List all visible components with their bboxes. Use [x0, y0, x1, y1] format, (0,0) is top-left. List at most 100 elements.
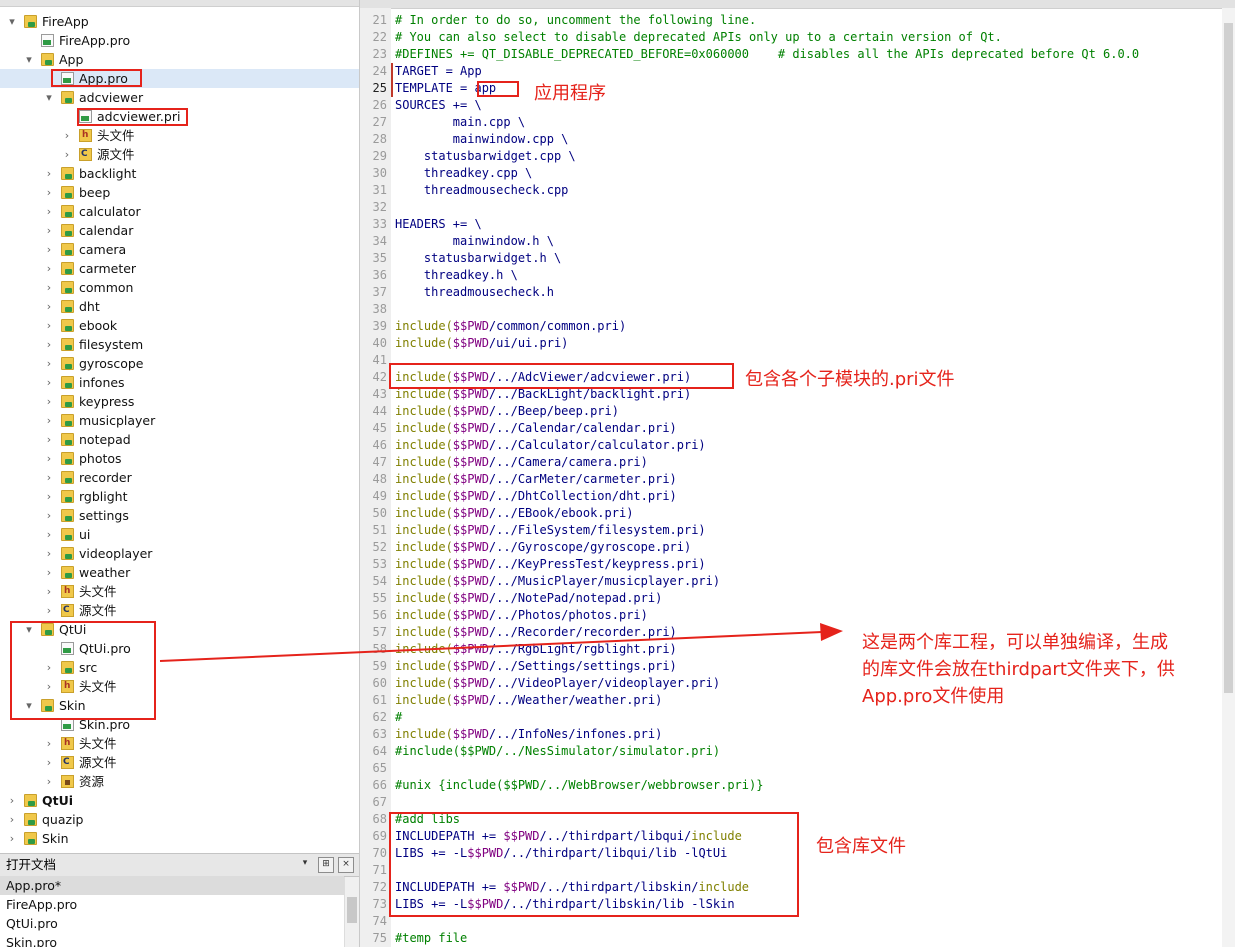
- tree-item[interactable]: › beep: [0, 183, 359, 202]
- code-line[interactable]: 22 # You can also select to disable depre…: [360, 29, 1235, 46]
- code-line[interactable]: 34 mainwindow.h \: [360, 233, 1235, 250]
- code-line[interactable]: 62 #: [360, 709, 1235, 726]
- code-editor[interactable]: 21 # In order to do so, uncomment the fol…: [360, 0, 1235, 947]
- chevron-right-icon[interactable]: ›: [43, 449, 55, 468]
- chevron-right-icon[interactable]: ›: [43, 278, 55, 297]
- tree-item[interactable]: › settings: [0, 506, 359, 525]
- tree-item[interactable]: › common: [0, 278, 359, 297]
- open-document-item[interactable]: FireApp.pro: [0, 895, 344, 914]
- tree-item[interactable]: › musicplayer: [0, 411, 359, 430]
- chevron-right-icon[interactable]: ›: [43, 753, 55, 772]
- code-line[interactable]: 66 #unix {include($$PWD/../WebBrowser/web…: [360, 777, 1235, 794]
- open-document-item[interactable]: Skin.pro: [0, 933, 344, 947]
- code-line[interactable]: 30 threadkey.cpp \: [360, 165, 1235, 182]
- chevron-right-icon[interactable]: ›: [43, 468, 55, 487]
- chevron-right-icon[interactable]: ›: [43, 221, 55, 240]
- open-document-item[interactable]: QtUi.pro: [0, 914, 344, 933]
- tree-item[interactable]: › camera: [0, 240, 359, 259]
- chevron-right-icon[interactable]: ›: [43, 487, 55, 506]
- split-icon[interactable]: ⊞: [318, 857, 334, 873]
- code-line[interactable]: 35 statusbarwidget.h \: [360, 250, 1235, 267]
- editor-scrollbar[interactable]: [1222, 8, 1235, 947]
- tree-item[interactable]: › calendar: [0, 221, 359, 240]
- tree-item[interactable]: FireApp.pro: [0, 31, 359, 50]
- tree-item[interactable]: › QtUi: [0, 791, 359, 810]
- code-line[interactable]: 67: [360, 794, 1235, 811]
- code-line[interactable]: 33 HEADERS += \: [360, 216, 1235, 233]
- code-line[interactable]: 48 include($$PWD/../CarMeter/carmeter.pri…: [360, 471, 1235, 488]
- code-line[interactable]: 44 include($$PWD/../Beep/beep.pri): [360, 403, 1235, 420]
- tree-item[interactable]: › 头文件: [0, 734, 359, 753]
- chevron-right-icon[interactable]: ›: [43, 373, 55, 392]
- tree-item[interactable]: › 源文件: [0, 753, 359, 772]
- code-line[interactable]: 63 include($$PWD/../InfoNes/infones.pri): [360, 726, 1235, 743]
- tree-item[interactable]: › carmeter: [0, 259, 359, 278]
- chevron-right-icon[interactable]: ›: [43, 164, 55, 183]
- chevron-right-icon[interactable]: ›: [43, 430, 55, 449]
- chevron-right-icon[interactable]: ›: [43, 392, 55, 411]
- chevron-right-icon[interactable]: ›: [6, 810, 18, 829]
- chevron-right-icon[interactable]: ›: [43, 259, 55, 278]
- close-icon[interactable]: ×: [338, 857, 354, 873]
- chevron-down-icon[interactable]: ▾: [298, 857, 312, 871]
- tree-item[interactable]: › infones: [0, 373, 359, 392]
- code-line[interactable]: 21 # In order to do so, uncomment the fol…: [360, 12, 1235, 29]
- code-line[interactable]: 56 include($$PWD/../Photos/photos.pri): [360, 607, 1235, 624]
- chevron-right-icon[interactable]: ›: [43, 240, 55, 259]
- code-line[interactable]: 38: [360, 301, 1235, 318]
- chevron-right-icon[interactable]: ›: [43, 563, 55, 582]
- tree-item[interactable]: › 资源: [0, 772, 359, 791]
- chevron-right-icon[interactable]: ›: [43, 544, 55, 563]
- chevron-right-icon[interactable]: ›: [43, 335, 55, 354]
- code-line[interactable]: 75 #temp file: [360, 930, 1235, 947]
- code-line[interactable]: 53 include($$PWD/../KeyPressTest/keypress…: [360, 556, 1235, 573]
- chevron-right-icon[interactable]: ›: [43, 411, 55, 430]
- chevron-right-icon[interactable]: ›: [43, 202, 55, 221]
- code-line[interactable]: 52 include($$PWD/../Gyroscope/gyroscope.p…: [360, 539, 1235, 556]
- chevron-down-icon[interactable]: ▾: [6, 12, 18, 31]
- tree-item[interactable]: › 头文件: [0, 582, 359, 601]
- tree-item[interactable]: › 源文件: [0, 601, 359, 620]
- chevron-right-icon[interactable]: ›: [43, 525, 55, 544]
- tree-item[interactable]: › ebook: [0, 316, 359, 335]
- tree-item[interactable]: › 源文件: [0, 145, 359, 164]
- chevron-right-icon[interactable]: ›: [43, 354, 55, 373]
- tree-item[interactable]: › keypress: [0, 392, 359, 411]
- tree-item[interactable]: ▾ FireApp: [0, 12, 359, 31]
- tree-item[interactable]: › photos: [0, 449, 359, 468]
- open-documents-scrollbar[interactable]: [344, 877, 359, 947]
- tree-item[interactable]: › quazip: [0, 810, 359, 829]
- tree-item[interactable]: › videoplayer: [0, 544, 359, 563]
- chevron-right-icon[interactable]: ›: [43, 582, 55, 601]
- code-line[interactable]: 65: [360, 760, 1235, 777]
- code-line[interactable]: 32: [360, 199, 1235, 216]
- code-line[interactable]: 51 include($$PWD/../FileSystem/filesystem…: [360, 522, 1235, 539]
- chevron-right-icon[interactable]: ›: [43, 506, 55, 525]
- chevron-down-icon[interactable]: ▾: [43, 88, 55, 107]
- tree-item[interactable]: › Skin: [0, 829, 359, 848]
- tree-item[interactable]: ▾ adcviewer: [0, 88, 359, 107]
- tree-item[interactable]: › filesystem: [0, 335, 359, 354]
- tree-item[interactable]: › recorder: [0, 468, 359, 487]
- code-line[interactable]: 24 TARGET = App: [360, 63, 1235, 80]
- chevron-right-icon[interactable]: ›: [43, 297, 55, 316]
- tree-item[interactable]: › backlight: [0, 164, 359, 183]
- code-line[interactable]: 46 include($$PWD/../Calculator/calculator…: [360, 437, 1235, 454]
- chevron-right-icon[interactable]: ›: [6, 791, 18, 810]
- tree-item[interactable]: › dht: [0, 297, 359, 316]
- tree-item[interactable]: › ui: [0, 525, 359, 544]
- tree-item[interactable]: › calculator: [0, 202, 359, 221]
- code-line[interactable]: 28 mainwindow.cpp \: [360, 131, 1235, 148]
- chevron-right-icon[interactable]: ›: [43, 316, 55, 335]
- chevron-right-icon[interactable]: ›: [61, 145, 73, 164]
- code-line[interactable]: 37 threadmousecheck.h: [360, 284, 1235, 301]
- code-line[interactable]: 29 statusbarwidget.cpp \: [360, 148, 1235, 165]
- code-line[interactable]: 40 include($$PWD/ui/ui.pri): [360, 335, 1235, 352]
- tree-item[interactable]: › gyroscope: [0, 354, 359, 373]
- chevron-right-icon[interactable]: ›: [43, 734, 55, 753]
- tree-item[interactable]: › 头文件: [0, 126, 359, 145]
- code-line[interactable]: 39 include($$PWD/common/common.pri): [360, 318, 1235, 335]
- code-line[interactable]: 31 threadmousecheck.cpp: [360, 182, 1235, 199]
- code-line[interactable]: 47 include($$PWD/../Camera/camera.pri): [360, 454, 1235, 471]
- code-line[interactable]: 23 #DEFINES += QT_DISABLE_DEPRECATED_BEFO…: [360, 46, 1235, 63]
